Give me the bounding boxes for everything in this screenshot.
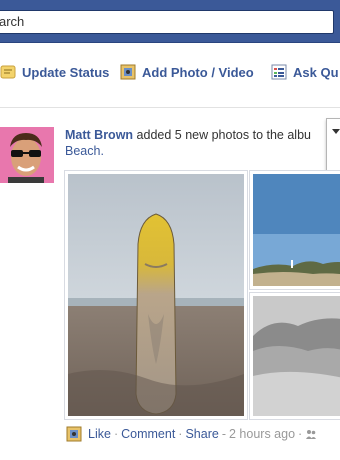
- status-note-icon: [0, 64, 16, 80]
- separator-dot: ·: [113, 427, 119, 441]
- comment-link[interactable]: Comment: [121, 427, 175, 441]
- update-status-button[interactable]: Update Status: [0, 60, 109, 84]
- like-link[interactable]: Like: [88, 427, 111, 441]
- photo-icon: [66, 426, 82, 442]
- photo-sky-rocks[interactable]: [249, 170, 340, 290]
- add-photo-video-button[interactable]: Add Photo / Video: [120, 60, 254, 84]
- share-link[interactable]: Share: [185, 427, 218, 441]
- separator-dot: ·: [298, 427, 303, 441]
- sky-rocks-photo-image: [253, 174, 340, 286]
- composer-divider: [0, 107, 340, 108]
- separator-dot: ·: [178, 427, 183, 441]
- friends-privacy-icon[interactable]: [305, 428, 317, 440]
- ask-question-label: Ask Qu: [293, 64, 339, 80]
- composer-actions: Update Status Add Photo / Video Ask Qu: [0, 60, 340, 84]
- surfboard-photo-image: [68, 174, 244, 416]
- album-link[interactable]: Beach.: [65, 144, 104, 158]
- chevron-down-icon: [332, 129, 340, 134]
- question-list-icon: [271, 64, 287, 80]
- add-photo-video-label: Add Photo / Video: [142, 64, 254, 80]
- dunes-photo-image: [253, 296, 340, 416]
- separator-dash: -: [221, 427, 226, 441]
- ask-question-button[interactable]: Ask Qu: [271, 60, 339, 84]
- update-status-label: Update Status: [22, 64, 110, 80]
- avatar-image: [0, 127, 54, 183]
- avatar[interactable]: [0, 127, 54, 183]
- photo-dunes[interactable]: [249, 292, 340, 420]
- story-footer: Like · Comment · Share - 2 hours ago ·: [66, 425, 317, 443]
- top-bar: arch: [0, 0, 340, 43]
- search-input[interactable]: arch: [0, 10, 334, 34]
- timestamp[interactable]: 2 hours ago: [229, 427, 295, 441]
- story-text: Matt Brown added 5 new photos to the alb…: [65, 127, 340, 159]
- story-action-text: added 5 new photos to the albu: [133, 128, 311, 142]
- actor-name-link[interactable]: Matt Brown: [65, 128, 133, 142]
- photo-icon: [120, 64, 136, 80]
- photo-surfboard[interactable]: [64, 170, 248, 420]
